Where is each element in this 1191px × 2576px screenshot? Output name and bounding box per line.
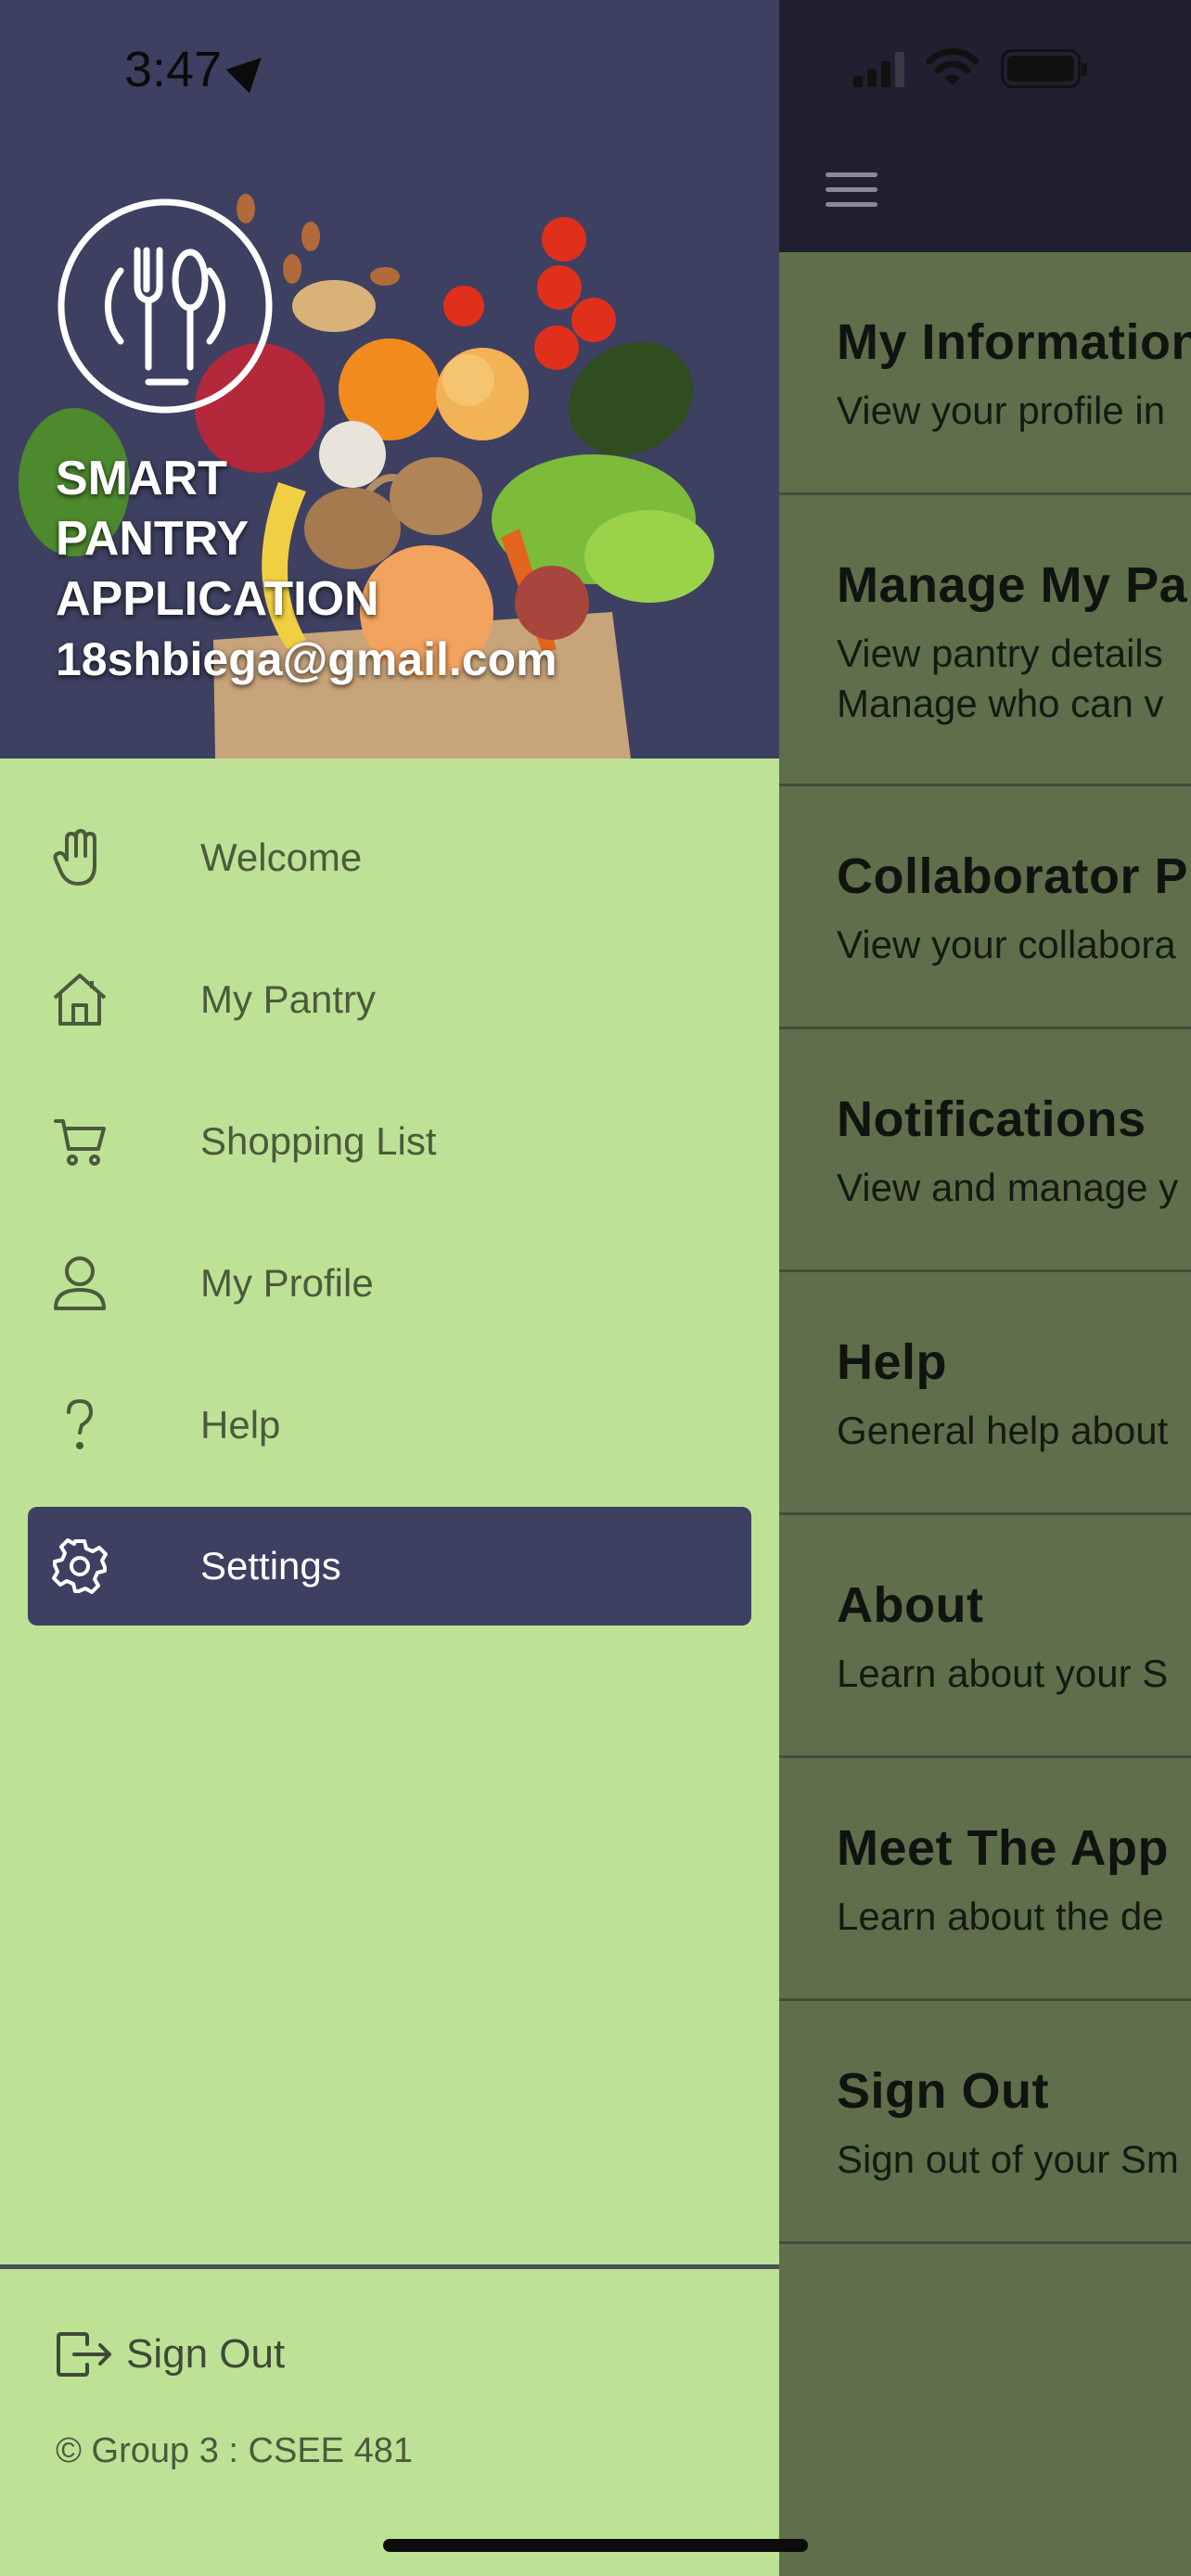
sign-out-label: Sign Out <box>126 2331 286 2377</box>
menu-item-shopping-list[interactable]: Shopping List <box>0 1070 779 1212</box>
settings-item-title: Notifications <box>837 1091 1146 1147</box>
copyright-text: © Group 3 : CSEE 481 <box>56 2431 413 2470</box>
settings-item-desc-line: Manage who can v <box>837 682 1164 725</box>
menu-item-label: My Pantry <box>200 976 377 1021</box>
settings-item-notifications[interactable]: Notifications View and manage y <box>779 1029 1191 1272</box>
settings-screen-overlay[interactable]: My Information View your profile in Mana… <box>779 0 1191 2576</box>
settings-item-desc: General help about <box>837 1409 1169 1452</box>
settings-item-title: Help <box>837 1334 948 1390</box>
wifi-icon <box>926 48 980 85</box>
menu-item-label: My Profile <box>200 1260 374 1305</box>
settings-item-title: My Information <box>837 314 1191 370</box>
settings-item-title: Meet The App <box>837 1820 1170 1876</box>
menu-item-help[interactable]: Help <box>0 1354 779 1496</box>
menu-item-my-profile[interactable]: My Profile <box>0 1212 779 1354</box>
settings-item-desc: Learn about the de <box>837 1894 1164 1938</box>
navigation-drawer: 3:47 SMART PANTRY APPLICATION 18shbiega@… <box>0 0 779 2576</box>
settings-item-title: Collaborator P <box>837 848 1189 904</box>
settings-item-manage-pantry[interactable]: Manage My Pa View pantry details Manage … <box>779 495 1191 786</box>
drawer-menu: Welcome My Pantry Shopping List My Profi… <box>0 786 779 1626</box>
menu-item-label: Shopping List <box>200 1118 437 1163</box>
settings-item-desc: View pantry details Manage who can v <box>837 629 1191 729</box>
user-email: 18shbiega@gmail.com <box>56 633 557 685</box>
location-arrow-icon <box>225 45 274 94</box>
hamburger-menu-icon[interactable] <box>826 172 877 207</box>
settings-item-desc: View your collabora <box>837 923 1176 966</box>
status-time-text: 3:47 <box>124 42 223 97</box>
menu-item-settings[interactable]: Settings <box>28 1507 751 1626</box>
home-indicator[interactable] <box>383 2539 808 2552</box>
settings-item-meet-the-app[interactable]: Meet The App Learn about the de <box>779 1758 1191 2001</box>
settings-item-my-information[interactable]: My Information View your profile in <box>779 252 1191 495</box>
settings-item-title: About <box>837 1577 984 1633</box>
settings-item-collaborator[interactable]: Collaborator P View your collabora <box>779 786 1191 1029</box>
cellular-signal-icon <box>853 50 904 87</box>
settings-list: My Information View your profile in Mana… <box>779 252 1191 2244</box>
person-icon <box>48 1252 111 1315</box>
settings-item-desc: Learn about your S <box>837 1651 1169 1695</box>
fork-spoon-logo-icon <box>58 198 273 414</box>
cart-icon <box>48 1110 111 1173</box>
brand-line: APPLICATION <box>56 572 379 626</box>
settings-item-help[interactable]: Help General help about <box>779 1272 1191 1515</box>
gear-icon <box>48 1535 111 1598</box>
settings-item-title: Sign Out <box>837 2063 1049 2119</box>
brand-line: PANTRY <box>56 512 249 566</box>
menu-item-label: Welcome <box>200 835 363 879</box>
battery-icon <box>1001 49 1087 88</box>
home-icon <box>48 968 111 1031</box>
hand-icon <box>48 826 111 889</box>
question-icon <box>48 1394 111 1457</box>
settings-item-desc: View and manage y <box>837 1166 1179 1209</box>
status-time: 3:47 <box>124 41 274 98</box>
drawer-footer-divider <box>0 2264 779 2269</box>
menu-item-welcome[interactable]: Welcome <box>0 786 779 928</box>
settings-item-sign-out[interactable]: Sign Out Sign out of your Sm <box>779 2001 1191 2244</box>
menu-item-label: Help <box>200 1402 281 1447</box>
settings-header <box>779 0 1191 252</box>
menu-item-label: Settings <box>200 1544 341 1588</box>
app-brand: SMART PANTRY APPLICATION 18shbiega@gmail… <box>56 449 557 690</box>
status-icons <box>853 48 1087 89</box>
settings-item-about[interactable]: About Learn about your S <box>779 1515 1191 1758</box>
sign-out-icon <box>57 2332 111 2377</box>
settings-item-title: Manage My Pa <box>837 557 1188 613</box>
drawer-header: 3:47 SMART PANTRY APPLICATION 18shbiega@… <box>0 0 779 759</box>
drawer-sign-out-button[interactable]: Sign Out <box>56 2331 285 2378</box>
menu-item-my-pantry[interactable]: My Pantry <box>0 928 779 1070</box>
settings-item-desc: Sign out of your Sm <box>837 2137 1179 2181</box>
brand-line: SMART <box>56 452 227 505</box>
settings-item-desc: View your profile in <box>837 389 1166 432</box>
settings-item-desc-line: View pantry details <box>837 631 1163 675</box>
